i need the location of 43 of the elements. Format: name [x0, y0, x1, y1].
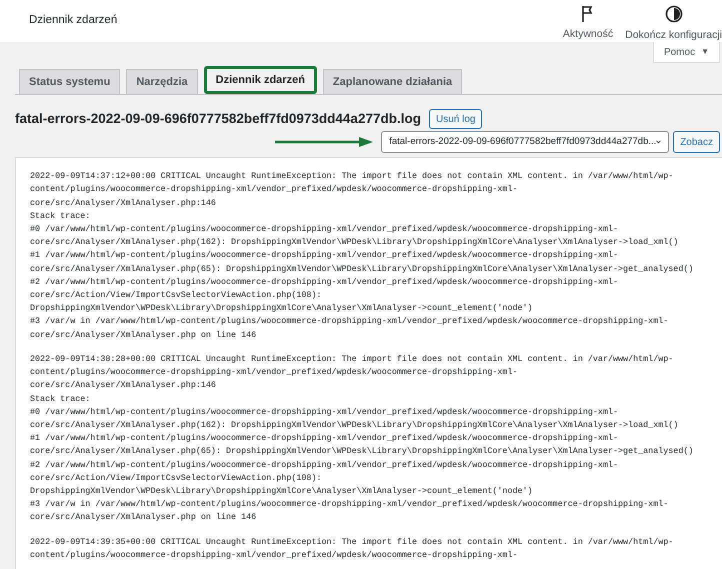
log-line: core/src/Analyser/XmlAnalyser.php:146 — [30, 196, 216, 210]
log-line: #3 /var/w in /var/www/html/wp-content/plugins/woocommerce-dropshipping-xml/vendor_prefixed/wpdesk/woocommerce-dropshipping-xml- — [30, 498, 668, 512]
log-line: #1 /var/www/html/wp-content/plugins/woocommerce-dropshipping-xml/vendor_prefixed/wpdesk/woocommerce-dropshipping-xml- — [30, 432, 618, 446]
log-line: #2 /var/www/html/wp-content/plugins/woocommerce-dropshipping-xml/vendor_prefixed/wpdesk/woocommerce-dropshipping-xml- — [30, 458, 618, 472]
log-line: core/src/Analyser/XmlAnalyser.php:146 — [30, 379, 216, 392]
arrow-icon — [275, 137, 374, 148]
log-file-title: fatal-errors-2022-09-09-696f0777582beff7fd0973dd44a277db.log — [15, 110, 421, 128]
log-line: content/plugins/woocommerce-dropshipping-xml/vendor_prefixed/wpdesk/woocommerce-dropshipping-xml- — [30, 366, 518, 380]
log-line: #2 /var/www/html/wp-content/plugins/woocommerce-dropshipping-xml/vendor_prefixed/wpdesk/woocommerce-dropshipping-xml- — [30, 276, 618, 289]
log-line: core/src/Action/View/ImportCsvSelectorViewAction.php(108): — [30, 289, 322, 302]
log-line: #1 /var/www/html/wp-content/plugins/woocommerce-dropshipping-xml/vendor_prefixed/wpdesk/woocommerce-dropshipping-xml- — [30, 249, 618, 262]
half-circle-icon — [664, 4, 683, 23]
tab[interactable]: Narzędzia — [126, 69, 198, 94]
delete-log-button[interactable]: Usuń log — [428, 109, 482, 130]
tab[interactable]: Dziennik zdarzeń — [204, 66, 317, 94]
log-line: core/src/Action/View/ImportCsvSelectorViewAction.php(108): — [30, 472, 322, 485]
log-line: core/src/Analyser/XmlAnalyser.php(65): DropshippingXmlVendor\WPDesk\Library\DropshippingXmlCore\Analyser\XmlAnalyser->get_analysed() — [30, 445, 694, 458]
log-line: core/src/Analyser/XmlAnalyser.php on line 146 — [30, 511, 256, 524]
log-line: content/plugins/woocommerce-dropshipping-xml/vendor_prefixed/wpdesk/woocommerce-dropshipping-xml- — [30, 548, 518, 562]
log-line: #0 /var/www/html/wp-content/plugins/woocommerce-dropshipping-xml/vendor_prefixed/wpdesk/woocommerce-dropshipping-xml- — [30, 406, 618, 419]
log-line: 2022-09-09T14:39:35+00:00 CRITICAL Uncaught RuntimeException: The import file does not contain XML content. in /var/www/html/wp- — [30, 536, 674, 549]
view-button[interactable]: Zobacz — [673, 131, 720, 154]
tab[interactable]: Status systemu — [19, 69, 120, 94]
log-line: content/plugins/woocommerce-dropshipping-xml/vendor_prefixed/wpdesk/woocommerce-dropshipping-xml- — [30, 183, 518, 196]
log-line: DropshippingXmlVendor\WPDesk\Library\DropshippingXmlCore\Analyser\XmlAnalyser->count_element('node') — [30, 302, 533, 316]
log-line: 2022-09-09T14:37:12+00:00 CRITICAL Uncaught RuntimeException: The import file does not contain XML content. in /var/www/html/wp- — [30, 170, 674, 184]
log-line: #3 /var/w in /var/www/html/wp-content/plugins/woocommerce-dropshipping-xml/vendor_prefixed/wpdesk/woocommerce-dropshipping-xml- — [30, 315, 668, 328]
log-line: Stack trace: — [30, 210, 90, 223]
help-button[interactable]: Pomoc ▼ — [652, 42, 720, 63]
log-line: #0 /var/www/html/wp-content/plugins/woocommerce-dropshipping-xml/vendor_prefixed/wpdesk/woocommerce-dropshipping-xml- — [30, 223, 618, 236]
tab[interactable]: Zaplanowane działania — [322, 69, 462, 94]
log-line: core/src/Analyser/XmlAnalyser.php(65): DropshippingXmlVendor\WPDesk\Library\DropshippingXmlCore\Analyser\XmlAnalyser->get_analysed() — [30, 262, 694, 276]
header-action-button[interactable]: Dokończ konfiguracji — [625, 0, 722, 44]
log-line: DropshippingXmlVendor\WPDesk\Library\DropshippingXmlCore\Analyser\XmlAnalyser->count_element('node') — [30, 484, 533, 498]
header-action-button[interactable]: Aktywność — [562, 0, 614, 43]
log-line: Stack trace: — [30, 392, 90, 406]
log-line: core/src/Analyser/XmlAnalyser.php(162): DropshippingXmlVendor\WPDesk\Library\DropshippingXmlCore\Analyser\XmlAnalyser->load_xml() — [30, 418, 678, 432]
page-title: Dziennik zdarzeń — [29, 13, 118, 28]
log-line: 2022-09-09T14:38:28+00:00 CRITICAL Uncaught RuntimeException: The import file does not contain XML content. in /var/www/html/wp- — [30, 352, 674, 366]
log-line: core/src/Analyser/XmlAnalyser.php(162): DropshippingXmlVendor\WPDesk\Library\DropshippingXmlCore\Analyser\XmlAnalyser->load_xml() — [30, 236, 678, 250]
chevron-down-icon — [656, 139, 662, 146]
log-line: core/src/Analyser/XmlAnalyser.php on line 146 — [30, 328, 256, 342]
log-file-select[interactable]: fatal-errors-2022-09-09-696f0777582beff7fd0973dd44a277db... — [381, 131, 670, 154]
